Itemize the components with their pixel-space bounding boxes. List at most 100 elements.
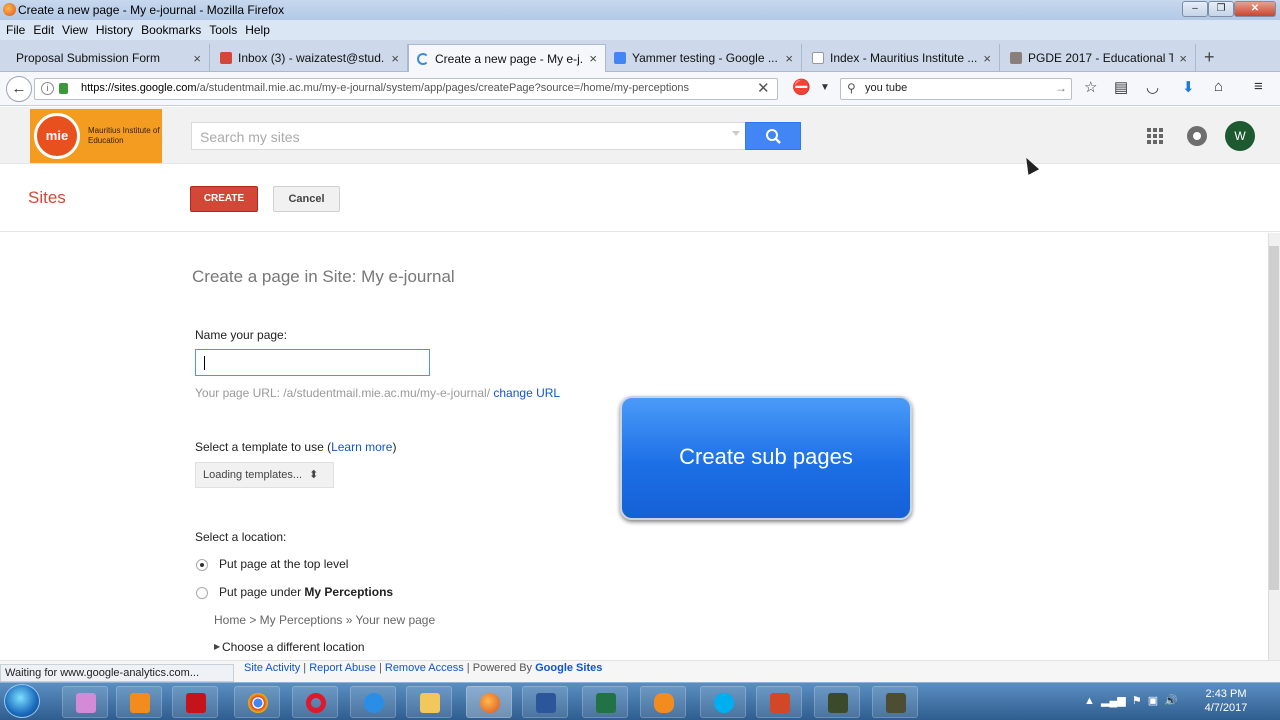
site-search-placeholder: Search my sites <box>200 129 300 145</box>
powerpoint-icon <box>770 693 790 713</box>
close-tab-icon[interactable]: × <box>193 51 201 66</box>
sites-title[interactable]: Sites <box>28 188 66 208</box>
notifications-icon[interactable] <box>1187 126 1207 146</box>
close-tab-icon[interactable]: × <box>785 51 793 66</box>
taskbar-explorer[interactable] <box>406 686 452 718</box>
new-tab-button[interactable]: + <box>1204 47 1215 68</box>
remove-access-link[interactable]: Remove Access <box>385 662 464 674</box>
cancel-button[interactable]: Cancel <box>273 186 340 212</box>
search-dropdown-icon[interactable] <box>732 131 740 136</box>
taskbar-app-2[interactable] <box>872 686 918 718</box>
menu-help[interactable]: Help <box>245 20 270 40</box>
tab-proposal-form[interactable]: Proposal Submission Form × <box>8 44 210 72</box>
menu-edit[interactable]: Edit <box>33 20 54 40</box>
home-icon[interactable]: ⌂ <box>1214 78 1223 95</box>
taskbar-excel[interactable] <box>582 686 628 718</box>
address-bar[interactable]: i https://sites.google.com/a/studentmail… <box>34 78 778 100</box>
excel-icon <box>596 693 616 713</box>
pocket-icon[interactable]: ◡ <box>1146 78 1159 96</box>
change-url-link[interactable]: change URL <box>493 386 560 400</box>
site-search-input[interactable]: Search my sites <box>191 122 747 150</box>
reading-list-icon[interactable]: ▤ <box>1114 78 1128 96</box>
go-arrow-icon[interactable]: → <box>1055 81 1067 95</box>
tab-index-mie[interactable]: Index - Mauritius Institute ... × <box>804 44 1000 72</box>
browser-search-bar[interactable]: ⚲ you tube → <box>840 78 1072 100</box>
apps-grid-icon[interactable] <box>1147 128 1163 144</box>
folder-icon <box>420 693 440 713</box>
window-title: Create a new page - My e-journal - Mozil… <box>18 3 285 17</box>
browser-search-input[interactable]: you tube <box>865 82 907 94</box>
google-sites-link[interactable]: Google Sites <box>535 662 602 674</box>
menu-hamburger-icon[interactable]: ≡ <box>1254 78 1263 95</box>
taskbar-firefox[interactable] <box>466 686 512 718</box>
avatar[interactable]: W <box>1225 121 1255 151</box>
taskbar-skype[interactable] <box>700 686 746 718</box>
menu-file[interactable]: File <box>6 20 25 40</box>
site-search-button[interactable] <box>745 122 801 150</box>
menu-history[interactable]: History <box>96 20 133 40</box>
taskbar-acrobat[interactable] <box>172 686 218 718</box>
taskbar-word[interactable] <box>522 686 568 718</box>
tab-pgde[interactable]: PGDE 2017 - Educational T... × <box>1002 44 1196 72</box>
choose-location-link[interactable]: Choose a different location <box>222 640 365 654</box>
opera-icon <box>306 693 326 713</box>
menu-bookmarks[interactable]: Bookmarks <box>141 20 201 40</box>
search-icon <box>766 129 781 144</box>
tab-yammer[interactable]: Yammer testing - Google ... × <box>606 44 802 72</box>
learn-more-link[interactable]: Learn more <box>331 440 392 454</box>
start-button[interactable] <box>4 684 40 718</box>
radio-top-level[interactable] <box>196 559 208 571</box>
close-tab-icon[interactable]: × <box>1179 51 1187 66</box>
taskbar-opera[interactable] <box>292 686 338 718</box>
dropdown-icon[interactable]: ▼ <box>820 82 830 93</box>
mie-logo[interactable]: mie Mauritius Institute of Education <box>30 109 162 163</box>
word-icon <box>536 693 556 713</box>
taskbar-chrome[interactable] <box>234 686 280 718</box>
page-name-input[interactable] <box>195 349 430 376</box>
tab-create-page[interactable]: Create a new page - My e-j... × <box>408 44 606 72</box>
addon-blocked-icon[interactable]: ⛔ <box>792 78 811 96</box>
page-name-label: Name your page: <box>195 328 288 342</box>
info-icon[interactable]: i <box>41 82 54 95</box>
expand-triangle-icon[interactable]: ▶ <box>214 642 220 651</box>
report-abuse-link[interactable]: Report Abuse <box>309 662 376 674</box>
minimize-button[interactable]: – <box>1182 1 1208 17</box>
option-top-level-label[interactable]: Put page at the top level <box>219 557 348 571</box>
system-tray[interactable]: ▲ ▂▄▆ ⚑ ▣ 🔊 <box>1084 694 1178 707</box>
url-text: https://sites.google.com/a/studentmail.m… <box>81 82 690 94</box>
taskbar-internet-explorer[interactable] <box>350 686 396 718</box>
maximize-button[interactable]: ❐ <box>1208 1 1234 17</box>
tab-inbox[interactable]: Inbox (3) - waizatest@stud... × <box>212 44 408 72</box>
taskbar-powerpoint[interactable] <box>756 686 802 718</box>
footer-links: Site Activity | Report Abuse | Remove Ac… <box>244 662 603 674</box>
radio-under-page[interactable] <box>196 587 208 599</box>
menu-tools[interactable]: Tools <box>209 20 237 40</box>
close-tab-icon[interactable]: × <box>589 51 597 66</box>
taskbar-messenger[interactable] <box>640 686 686 718</box>
taskbar-clock[interactable]: 2:43 PM 4/7/2017 <box>1196 687 1256 715</box>
taskbar-media-player[interactable] <box>116 686 162 718</box>
close-window-button[interactable]: ✕ <box>1234 1 1276 17</box>
taskbar-paint[interactable] <box>62 686 108 718</box>
bookmark-star-icon[interactable]: ☆ <box>1084 78 1097 96</box>
close-tab-icon[interactable]: × <box>983 51 991 66</box>
window-title-bar: Create a new page - My e-journal - Mozil… <box>0 0 1280 20</box>
firefox-icon <box>3 3 16 16</box>
site-activity-link[interactable]: Site Activity <box>244 662 300 674</box>
site-icon <box>1010 52 1022 64</box>
scrollbar-thumb[interactable] <box>1269 246 1279 590</box>
tab-label: Create a new page - My e-j... <box>435 51 584 66</box>
downloads-icon[interactable]: ⬇ <box>1182 78 1195 96</box>
template-select-value: Loading templates... <box>203 469 303 481</box>
option-under-page-label[interactable]: Put page under My Perceptions <box>219 585 393 599</box>
taskbar-app-1[interactable] <box>814 686 860 718</box>
search-icon: ⚲ <box>847 81 856 95</box>
browser-status-bar: Waiting for www.google-analytics.com... <box>0 664 234 682</box>
create-button[interactable]: CREATE <box>190 186 258 212</box>
menu-view[interactable]: View <box>62 20 88 40</box>
close-tab-icon[interactable]: × <box>391 51 399 66</box>
stop-icon[interactable]: ✕ <box>757 79 770 97</box>
template-select[interactable]: Loading templates... ⬍ <box>195 462 334 488</box>
back-button[interactable]: ← <box>6 76 32 102</box>
google-docs-icon <box>614 52 626 64</box>
